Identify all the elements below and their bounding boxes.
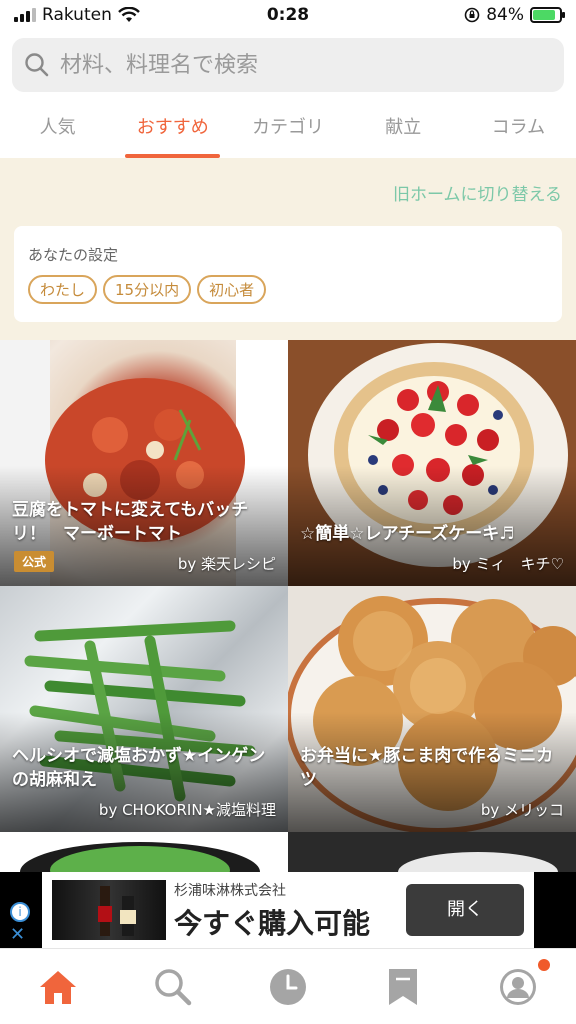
tab-popular[interactable]: 人気 — [0, 100, 115, 158]
ad-headline: 今すぐ購入可能 — [174, 907, 371, 940]
switch-old-home-link[interactable]: 旧ホームに切り替える — [393, 180, 562, 205]
tab-menu[interactable]: 献立 — [346, 100, 461, 158]
orientation-lock-icon — [464, 7, 480, 23]
recipe-title: ヘルシオで減塩おかず★インゲンの胡麻和え — [12, 746, 266, 790]
recipe-author: by メリッコ — [480, 801, 564, 819]
recipe-image — [288, 832, 576, 872]
history-icon — [270, 968, 306, 1005]
tab-column[interactable]: コラム — [461, 100, 576, 158]
recipe-title: お弁当に★豚こま肉で作るミニカツ — [300, 746, 554, 790]
ad-info-icon[interactable]: i — [10, 902, 30, 922]
status-bar: Rakuten 0:28 84% — [0, 0, 576, 32]
ad-product-image — [52, 880, 166, 940]
recipe-card-cheesecake[interactable]: ☆簡単☆レアチーズケーキ♬ by ミィ キチ♡ — [288, 340, 576, 586]
ad-open-button[interactable]: 開く — [406, 884, 524, 936]
recipe-card-mini-katsu[interactable]: お弁当に★豚こま肉で作るミニカツ by メリッコ — [288, 586, 576, 832]
settings-card[interactable]: あなたの設定 わたし 15分以内 初心者 — [14, 226, 562, 322]
recipe-card-partial[interactable] — [288, 832, 576, 872]
search-bar[interactable] — [12, 38, 564, 92]
tab-category[interactable]: カテゴリ — [230, 100, 345, 158]
nav-history[interactable] — [230, 949, 345, 1024]
search-icon — [25, 53, 49, 77]
chip-15min[interactable]: 15分以内 — [103, 275, 192, 304]
recipe-image — [0, 832, 288, 872]
recipe-title: 豆腐をトマトに変えてもバッチリ！ マーボートマト — [12, 500, 249, 544]
search-icon — [155, 968, 192, 1005]
home-icon — [39, 970, 76, 1004]
nav-profile[interactable] — [461, 949, 576, 1024]
official-badge: 公式 — [14, 551, 55, 572]
recipe-card-salad-partial[interactable] — [0, 832, 288, 872]
nav-bookmark[interactable] — [346, 949, 461, 1024]
ad-content[interactable]: i ✕ 杉浦味淋株式会社 今すぐ購入可能 開く — [10, 872, 534, 948]
settings-title: あなたの設定 — [28, 246, 119, 264]
recipe-title: ☆簡単☆レアチーズケーキ♬ — [300, 524, 515, 544]
chip-me[interactable]: わたし — [28, 275, 98, 304]
ad-banner: i ✕ 杉浦味淋株式会社 今すぐ購入可能 開く — [0, 872, 576, 948]
nav-home[interactable] — [0, 949, 115, 1024]
battery-icon — [530, 7, 565, 23]
recipe-author: by ミィ キチ♡ — [452, 555, 564, 573]
battery-percent: 84% — [486, 5, 524, 25]
bookmark-icon — [389, 968, 418, 1005]
notification-badge — [538, 959, 551, 971]
bottom-nav — [0, 948, 576, 1024]
search-input[interactable] — [60, 52, 540, 78]
profile-icon — [500, 968, 537, 1005]
recipe-card-green-beans[interactable]: ヘルシオで減塩おかず★インゲンの胡麻和え by CHOKORIN★減塩料理 — [0, 586, 288, 832]
recipe-card-mabo-tomato[interactable]: 豆腐をトマトに変えてもバッチリ！ マーボートマト 公式 by 楽天レシピ — [0, 340, 288, 586]
tab-recommended[interactable]: おすすめ — [115, 100, 230, 158]
recipe-author: by 楽天レシピ — [177, 555, 276, 573]
chip-beginner[interactable]: 初心者 — [197, 275, 267, 304]
tab-bar: 人気 おすすめ カテゴリ 献立 コラム — [0, 100, 576, 158]
nav-search[interactable] — [115, 949, 230, 1024]
recipe-author: by CHOKORIN★減塩料理 — [98, 801, 276, 819]
settings-section: 旧ホームに切り替える あなたの設定 わたし 15分以内 初心者 — [0, 158, 576, 340]
settings-chips: わたし 15分以内 初心者 — [28, 275, 548, 304]
ad-company: 杉浦味淋株式会社 — [174, 883, 286, 899]
ad-close-icon[interactable]: ✕ — [10, 924, 25, 945]
